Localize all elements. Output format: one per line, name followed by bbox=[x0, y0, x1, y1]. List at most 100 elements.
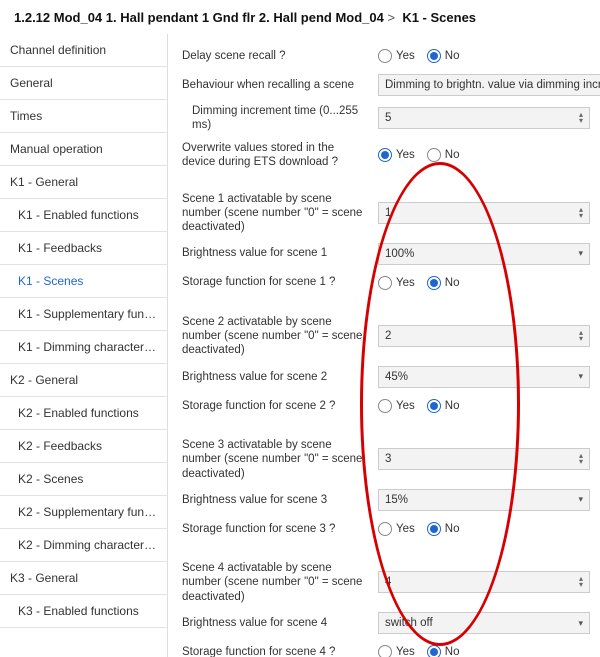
scene-3-storage-yes-radio[interactable]: Yes bbox=[378, 522, 415, 536]
label-scene-4-storage: Storage function for scene 4 ? bbox=[182, 645, 378, 657]
radio-dot-icon bbox=[378, 645, 392, 657]
row-behaviour: Behaviour when recalling a scene Dimming… bbox=[182, 70, 590, 100]
sidebar-item-times[interactable]: Times bbox=[0, 100, 167, 133]
row-scene-1-brightness: Brightness value for scene 1100% bbox=[182, 239, 590, 269]
spinner-increment-time[interactable]: 5 ▴▾ bbox=[378, 107, 590, 129]
breadcrumb-path: 1.2.12 Mod_04 1. Hall pendant 1 Gnd flr … bbox=[14, 10, 384, 25]
label-scene-1-storage: Storage function for scene 1 ? bbox=[182, 275, 378, 289]
breadcrumb: 1.2.12 Mod_04 1. Hall pendant 1 Gnd flr … bbox=[0, 0, 600, 34]
sidebar-item-channel-definition[interactable]: Channel definition bbox=[0, 34, 167, 67]
row-scene-3-storage: Storage function for scene 3 ? Yes No bbox=[182, 515, 590, 543]
label-scene-4-brightness: Brightness value for scene 4 bbox=[182, 616, 378, 630]
sidebar-item-k2-scenes[interactable]: K2 - Scenes bbox=[0, 463, 167, 496]
label-overwrite: Overwrite values stored in the device du… bbox=[182, 141, 378, 170]
spinner-scene-4-number[interactable]: 4▴▾ bbox=[378, 571, 590, 593]
dropdown-behaviour[interactable]: Dimming to brightn. value via dimming in… bbox=[378, 74, 600, 96]
radio-dot-icon bbox=[378, 276, 392, 290]
radio-label: No bbox=[445, 400, 460, 412]
stepper-icon[interactable]: ▴▾ bbox=[579, 112, 583, 124]
scene-4-storage-yes-radio[interactable]: Yes bbox=[378, 645, 415, 657]
label-delay-scene-recall: Delay scene recall ? bbox=[182, 49, 378, 63]
sidebar-item-k1-supplementary-functions[interactable]: K1 - Supplementary functions bbox=[0, 298, 167, 331]
spinner-scene-3-number[interactable]: 3▴▾ bbox=[378, 448, 590, 470]
sidebar-item-k3-general[interactable]: K3 - General bbox=[0, 562, 167, 595]
row-scene-4-storage: Storage function for scene 4 ? Yes No bbox=[182, 638, 590, 657]
dropdown-scene-2-brightness[interactable]: 45% bbox=[378, 366, 590, 388]
scene-1-storage-no-radio[interactable]: No bbox=[427, 276, 460, 290]
radio-dot-icon bbox=[378, 522, 392, 536]
sidebar-item-k2-supplementary-functions[interactable]: K2 - Supplementary functions bbox=[0, 496, 167, 529]
sidebar-item-k3-enabled-functions[interactable]: K3 - Enabled functions bbox=[0, 595, 167, 628]
scene-2-storage-no-radio[interactable]: No bbox=[427, 399, 460, 413]
sidebar-item-k1-enabled-functions[interactable]: K1 - Enabled functions bbox=[0, 199, 167, 232]
stepper-icon[interactable]: ▴▾ bbox=[579, 330, 583, 342]
breadcrumb-sep: > bbox=[388, 10, 396, 25]
row-scene-2-activatable: Scene 2 activatable by scene number (sce… bbox=[182, 311, 590, 362]
overwrite-no-radio[interactable]: No bbox=[427, 148, 460, 162]
row-scene-1-activatable: Scene 1 activatable by scene number (sce… bbox=[182, 188, 590, 239]
radio-dot-icon bbox=[427, 399, 441, 413]
scene-1-storage-yes-radio[interactable]: Yes bbox=[378, 276, 415, 290]
label-scene-3-storage: Storage function for scene 3 ? bbox=[182, 522, 378, 536]
dropdown-scene-3-brightness[interactable]: 15% bbox=[378, 489, 590, 511]
radio-label: Yes bbox=[396, 646, 415, 657]
dropdown-scene-1-brightness[interactable]: 100% bbox=[378, 243, 590, 265]
label-scene-2-brightness: Brightness value for scene 2 bbox=[182, 370, 378, 384]
radio-label: Yes bbox=[396, 277, 415, 289]
radio-label: No bbox=[445, 523, 460, 535]
row-scene-3-brightness: Brightness value for scene 315% bbox=[182, 485, 590, 515]
radio-dot-icon bbox=[427, 148, 441, 162]
sidebar-item-k2-dimming-characteristic[interactable]: K2 - Dimming characteristic bbox=[0, 529, 167, 562]
label-increment-time: Dimming increment time (0...255 ms) bbox=[182, 104, 378, 133]
row-delay-scene-recall: Delay scene recall ? Yes No bbox=[182, 42, 590, 70]
label-scene-3-brightness: Brightness value for scene 3 bbox=[182, 493, 378, 507]
radio-label: Yes bbox=[396, 50, 415, 62]
row-overwrite: Overwrite values stored in the device du… bbox=[182, 137, 590, 174]
row-scene-2-brightness: Brightness value for scene 245% bbox=[182, 362, 590, 392]
stepper-icon[interactable]: ▴▾ bbox=[579, 576, 583, 588]
row-scene-1-storage: Storage function for scene 1 ? Yes No bbox=[182, 269, 590, 297]
label-scene-2-storage: Storage function for scene 2 ? bbox=[182, 399, 378, 413]
label-scene-4-activatable: Scene 4 activatable by scene number (sce… bbox=[182, 561, 378, 604]
radio-dot-icon bbox=[378, 148, 392, 162]
row-increment-time: Dimming increment time (0...255 ms) 5 ▴▾ bbox=[182, 100, 590, 137]
scene-4-storage-no-radio[interactable]: No bbox=[427, 645, 460, 657]
stepper-icon[interactable]: ▴▾ bbox=[579, 207, 583, 219]
sidebar-item-k1-feedbacks[interactable]: K1 - Feedbacks bbox=[0, 232, 167, 265]
stepper-icon[interactable]: ▴▾ bbox=[579, 453, 583, 465]
radio-label: Yes bbox=[396, 400, 415, 412]
overwrite-yes-radio[interactable]: Yes bbox=[378, 148, 415, 162]
delay-yes-radio[interactable]: Yes bbox=[378, 49, 415, 63]
sidebar-item-k1-scenes[interactable]: K1 - Scenes bbox=[0, 265, 167, 298]
radio-label: No bbox=[445, 646, 460, 657]
spinner-scene-1-number[interactable]: 1▴▾ bbox=[378, 202, 590, 224]
sidebar-item-k2-enabled-functions[interactable]: K2 - Enabled functions bbox=[0, 397, 167, 430]
radio-label: Yes bbox=[396, 149, 415, 161]
row-scene-2-storage: Storage function for scene 2 ? Yes No bbox=[182, 392, 590, 420]
radio-dot-icon bbox=[378, 49, 392, 63]
radio-dot-icon bbox=[427, 522, 441, 536]
radio-label: Yes bbox=[396, 523, 415, 535]
breadcrumb-active: K1 - Scenes bbox=[402, 10, 476, 25]
scene-2-storage-yes-radio[interactable]: Yes bbox=[378, 399, 415, 413]
sidebar-item-general[interactable]: General bbox=[0, 67, 167, 100]
radio-label: No bbox=[445, 50, 460, 62]
sidebar-item-k2-general[interactable]: K2 - General bbox=[0, 364, 167, 397]
radio-dot-icon bbox=[378, 399, 392, 413]
radio-label: No bbox=[445, 149, 460, 161]
dropdown-scene-4-brightness[interactable]: switch off bbox=[378, 612, 590, 634]
sidebar-item-k2-feedbacks[interactable]: K2 - Feedbacks bbox=[0, 430, 167, 463]
delay-no-radio[interactable]: No bbox=[427, 49, 460, 63]
sidebar-item-manual-operation[interactable]: Manual operation bbox=[0, 133, 167, 166]
label-behaviour: Behaviour when recalling a scene bbox=[182, 78, 378, 92]
row-scene-4-brightness: Brightness value for scene 4switch off bbox=[182, 608, 590, 638]
spinner-scene-2-number[interactable]: 2▴▾ bbox=[378, 325, 590, 347]
radio-label: No bbox=[445, 277, 460, 289]
sidebar-item-k1-dimming-characteristic[interactable]: K1 - Dimming characteristic bbox=[0, 331, 167, 364]
scene-3-storage-no-radio[interactable]: No bbox=[427, 522, 460, 536]
label-scene-1-activatable: Scene 1 activatable by scene number (sce… bbox=[182, 192, 378, 235]
label-scene-3-activatable: Scene 3 activatable by scene number (sce… bbox=[182, 438, 378, 481]
sidebar-item-k1-general[interactable]: K1 - General bbox=[0, 166, 167, 199]
radio-dot-icon bbox=[427, 645, 441, 657]
content-panel: Delay scene recall ? Yes No Behaviour whe… bbox=[168, 34, 600, 657]
